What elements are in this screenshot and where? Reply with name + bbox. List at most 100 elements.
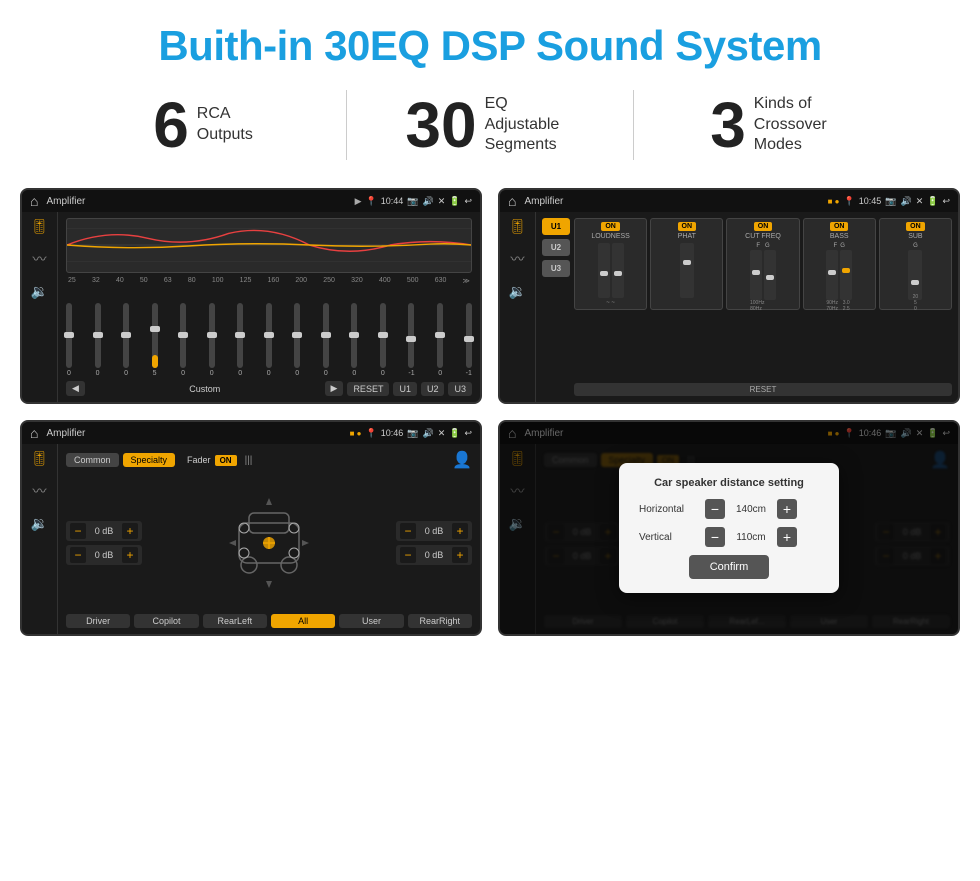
stat-rca-number: 6 [153,93,189,157]
fader-left: − 0 dB + − 0 dB + [66,476,142,610]
band-sub: ON SUB G 2050 [879,218,952,310]
fader-main: Common Specialty Fader ON ||| 👤 − 0 dB + [58,444,480,634]
vertical-row: Vertical − 110cm + [639,527,819,547]
u2-button[interactable]: U2 [421,382,445,396]
stat-crossover: 3 Kinds of Crossover Modes [634,93,920,157]
time-2: 10:45 [859,196,882,206]
eq-slider-12: -1 [408,303,414,377]
status-bar-2: ⌂ Amplifier ■ ● 📍 10:45 📷 🔊 ✕ 🔋 ↩ [500,190,958,212]
play-icon: ▶ [355,196,362,207]
stat-rca: 6 RCA Outputs [60,93,346,157]
battery-icon: 🔋 [449,196,460,207]
eq-slider-11: 0 [380,303,386,377]
confirm-button[interactable]: Confirm [689,555,769,579]
home-icon-2[interactable]: ⌂ [508,193,516,209]
eq-slider-2: 0 [123,303,129,377]
eq-slider-8: 0 [294,303,300,377]
driver-button[interactable]: Driver [66,614,130,628]
u1-button[interactable]: U1 [393,382,417,396]
volume-icon-3: 🔊 [422,428,433,439]
db-row-4: − 0 dB + [396,545,472,565]
fader-center [150,476,388,610]
all-button[interactable]: All [271,614,335,628]
db-row-3: − 0 dB + [396,521,472,541]
screen1-sidebar: 🎚 〰 🔉 [22,212,58,402]
eq-icon-3[interactable]: 🎚 [31,450,49,467]
preset-u2[interactable]: U2 [542,239,570,256]
back-icon-2[interactable]: ↩ [942,196,950,207]
stat-eq-number: 30 [405,93,476,157]
location-icon: 📍 [366,196,377,207]
distance-dialog: Car speaker distance setting Horizontal … [619,463,839,593]
eq2-main: U1 U2 U3 ON LOUDNESS [536,212,958,402]
camera-icon: 📷 [407,196,418,207]
copilot-button[interactable]: Copilot [134,614,198,628]
time-1: 10:44 [381,196,404,206]
db2-plus[interactable]: + [122,547,138,563]
horizontal-value: 140cm [731,504,771,515]
band-phat: ON PHAT [650,218,723,310]
screens-grid: ⌂ Amplifier ▶ 📍 10:44 📷 🔊 ✕ 🔋 ↩ 🎚 〰 🔉 [0,180,980,656]
reset-button-2[interactable]: RESET [574,383,952,396]
vertical-plus[interactable]: + [777,527,797,547]
eq-icon-2[interactable]: 🎚 [509,218,527,235]
wave-icon[interactable]: 〰 [33,249,47,269]
screen3-sidebar: 🎚 〰 🔉 [22,444,58,634]
eq-labels: 25 32 40 50 63 80 100 125 160 200 250 32… [66,277,472,285]
rear-left-button[interactable]: RearLeft [203,614,267,628]
status-bar-1: ⌂ Amplifier ▶ 📍 10:44 📷 🔊 ✕ 🔋 ↩ [22,190,480,212]
status-bar-3: ⌂ Amplifier ■ ● 📍 10:46 📷 🔊 ✕ 🔋 ↩ [22,422,480,444]
screen-distance: ⌂ Amplifier ■ ● 📍 10:46 📷 🔊 ✕ 🔋 ↩ 🎚 〰 🔉 [498,420,960,636]
db1-minus[interactable]: − [70,523,86,539]
wave-icon-3[interactable]: 〰 [33,481,47,501]
db3-minus[interactable]: − [400,523,416,539]
db2-minus[interactable]: − [70,547,86,563]
screen2-content: 🎚 〰 🔉 U1 U2 U3 ON LOUDNESS [500,212,958,402]
location-icon-3: 📍 [366,428,377,439]
stat-rca-text: RCA Outputs [197,104,253,146]
user-button[interactable]: User [339,614,403,628]
db3-plus[interactable]: + [452,523,468,539]
preset-u1[interactable]: U1 [542,218,570,235]
stat-crossover-text: Kinds of Crossover Modes [754,94,844,156]
dot-indicator: ■ ● [828,197,840,206]
next-button[interactable]: ▶ [325,381,344,396]
status-right-1: 📍 10:44 📷 🔊 ✕ 🔋 ↩ [366,196,473,207]
eq-bottom-bar: ◀ Custom ▶ RESET U1 U2 U3 [66,381,472,396]
rear-right-button[interactable]: RearRight [408,614,472,628]
common-tab[interactable]: Common [66,453,119,467]
eq-slider-10: 0 [351,303,357,377]
wave-icon-2[interactable]: 〰 [511,249,525,269]
reset-button[interactable]: RESET [347,382,389,396]
camera-icon-2: 📷 [885,196,896,207]
speaker-icon-3[interactable]: 🔉 [31,515,48,532]
eq-icon[interactable]: 🎚 [31,218,49,235]
db4-plus[interactable]: + [452,547,468,563]
speaker-icon-2[interactable]: 🔉 [509,283,526,300]
screen-eq-30band: ⌂ Amplifier ▶ 📍 10:44 📷 🔊 ✕ 🔋 ↩ 🎚 〰 🔉 [20,188,482,404]
back-icon-3[interactable]: ↩ [464,428,472,439]
preset-u3[interactable]: U3 [542,260,570,277]
speaker-icon[interactable]: 🔉 [31,283,48,300]
fader-right: − 0 dB + − 0 dB + [396,476,472,610]
specialty-tab[interactable]: Specialty [123,453,176,467]
app-name-2: Amplifier [524,196,821,207]
prev-button[interactable]: ◀ [66,381,85,396]
back-icon[interactable]: ↩ [464,196,472,207]
home-icon[interactable]: ⌂ [30,193,38,209]
stats-row: 6 RCA Outputs 30 EQ Adjustable Segments … [0,80,980,180]
db4-minus[interactable]: − [400,547,416,563]
horizontal-plus[interactable]: + [777,499,797,519]
db1-plus[interactable]: + [122,523,138,539]
fader-bars: ||| [245,455,253,466]
horizontal-minus[interactable]: − [705,499,725,519]
eq-sliders-row: 0 0 0 [66,287,472,377]
home-icon-3[interactable]: ⌂ [30,425,38,441]
screen-fader: ⌂ Amplifier ■ ● 📍 10:46 📷 🔊 ✕ 🔋 ↩ 🎚 〰 🔉 [20,420,482,636]
db2-value: 0 dB [90,550,118,560]
u3-button[interactable]: U3 [448,382,472,396]
vertical-minus[interactable]: − [705,527,725,547]
screen2-sidebar: 🎚 〰 🔉 [500,212,536,402]
status-right-2: 📍 10:45 📷 🔊 ✕ 🔋 ↩ [844,196,951,207]
eq-slider-9: 0 [323,303,329,377]
